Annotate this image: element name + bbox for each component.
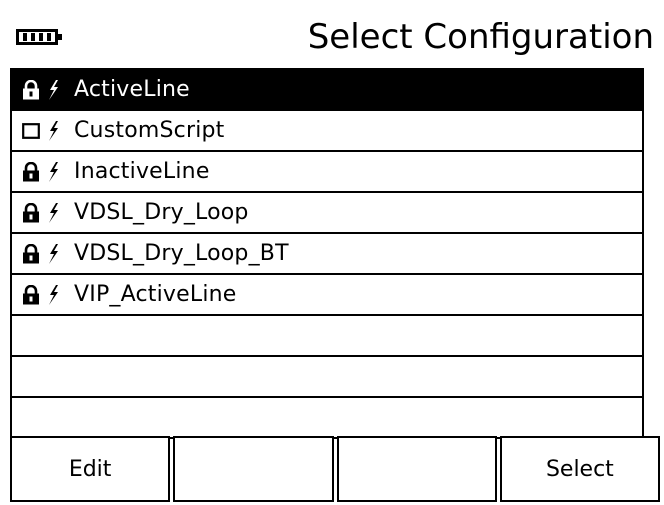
select-softkey[interactable]: Select bbox=[499, 436, 660, 502]
softkey-bar: Edit Select bbox=[10, 436, 660, 505]
lock-icon bbox=[22, 79, 40, 100]
list-item[interactable]: VIP_ActiveLine bbox=[12, 275, 642, 316]
scrollbar[interactable] bbox=[642, 68, 656, 436]
battery-icon bbox=[16, 29, 62, 45]
softkey-3[interactable] bbox=[336, 436, 497, 502]
empty-list-row bbox=[12, 398, 642, 439]
list-item[interactable]: CustomScript bbox=[12, 111, 642, 152]
lightning-bolt-icon bbox=[46, 161, 60, 183]
list-item-label: CustomScript bbox=[74, 118, 225, 143]
configuration-list: ActiveLine CustomScript InactiveLine VDSL_D… bbox=[10, 68, 642, 439]
lock-icon bbox=[22, 161, 40, 182]
lightning-bolt-icon bbox=[46, 284, 60, 306]
lightning-bolt-icon bbox=[46, 79, 60, 101]
page-title: Select Configuration bbox=[307, 17, 654, 57]
lock-icon bbox=[22, 202, 40, 223]
list-item-label: VDSL_Dry_Loop_BT bbox=[74, 241, 289, 266]
list-item-label: InactiveLine bbox=[74, 159, 210, 184]
device-screen: Select Configuration ActiveLine CustomScr… bbox=[0, 0, 664, 505]
title-bar: Select Configuration bbox=[6, 12, 656, 62]
empty-list-row bbox=[12, 357, 642, 398]
lightning-bolt-icon bbox=[46, 202, 60, 224]
list-item-label: VDSL_Dry_Loop bbox=[74, 200, 249, 225]
edit-softkey[interactable]: Edit bbox=[10, 436, 171, 502]
list-item[interactable]: InactiveLine bbox=[12, 152, 642, 193]
list-item-label: VIP_ActiveLine bbox=[74, 282, 237, 307]
list-item-label: ActiveLine bbox=[74, 77, 190, 102]
lightning-bolt-icon bbox=[46, 243, 60, 265]
list-item[interactable]: ActiveLine bbox=[12, 70, 642, 111]
empty-list-row bbox=[12, 316, 642, 357]
lock-icon bbox=[22, 284, 40, 305]
list-item[interactable]: VDSL_Dry_Loop bbox=[12, 193, 642, 234]
softkey-2[interactable] bbox=[173, 436, 334, 502]
lightning-bolt-icon bbox=[46, 120, 60, 142]
list-item[interactable]: VDSL_Dry_Loop_BT bbox=[12, 234, 642, 275]
unlocked-box-icon bbox=[22, 121, 40, 141]
lock-icon bbox=[22, 243, 40, 264]
